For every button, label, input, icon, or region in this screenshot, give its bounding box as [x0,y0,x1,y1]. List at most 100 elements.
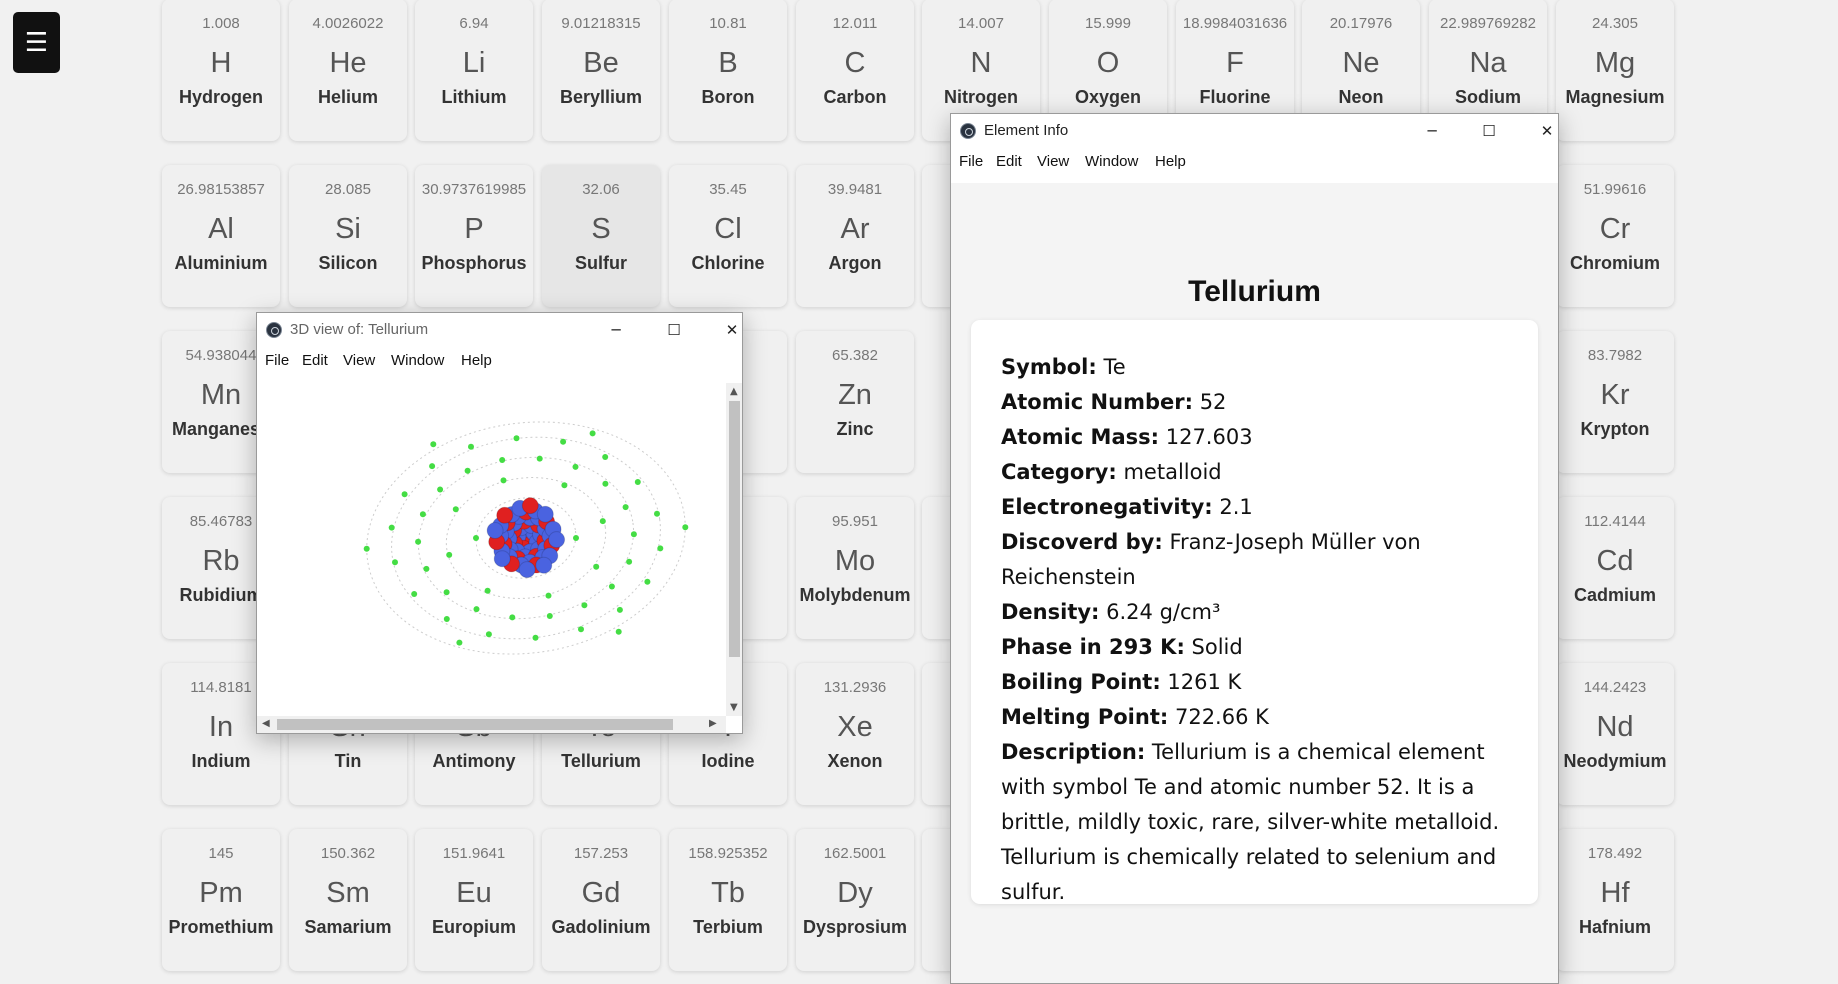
minimize-button[interactable]: ─ [1411,118,1453,144]
element-symbol: H [210,47,232,79]
neutron [536,505,554,523]
element-tile-si[interactable]: 28.085 Si Silicon [289,165,407,307]
scroll-left-icon[interactable]: ◀ [262,718,270,729]
element-mass: 51.99616 [1583,181,1647,198]
3d-view-menubar: File Edit View Window Help [257,347,742,375]
electron [622,504,629,511]
horizontal-scrollbar[interactable]: ◀ ▶ [257,716,726,733]
element-details-card: Symbol: Te Atomic Number: 52 Atomic Mass: … [971,320,1538,904]
element-name: Nitrogen [944,87,1018,107]
menu-window[interactable]: Window [391,352,444,369]
scroll-down-icon[interactable]: ▼ [730,702,738,713]
3d-view-titlebar[interactable]: 3D view of: Tellurium ─ ☐ ✕ [257,313,742,347]
menu-window[interactable]: Window [1085,153,1138,170]
vertical-scroll-thumb[interactable] [729,401,740,657]
element-tile-b[interactable]: 10.81 B Boron [669,0,787,141]
element-tile-dy[interactable]: 162.5001 Dy Dysprosium [796,829,914,971]
electron [536,455,543,462]
electron [484,587,491,594]
close-button[interactable]: ✕ [1526,118,1568,144]
element-symbol: Nd [1596,711,1634,743]
menu-view[interactable]: View [343,352,375,369]
element-tile-ar[interactable]: 39.9481 Ar Argon [796,165,914,307]
element-tile-li[interactable]: 6.94 Li Lithium [415,0,533,141]
element-tile-h[interactable]: 1.008 H Hydrogen [162,0,280,141]
field-melting-point: Melting Point: 722.66 K [1001,700,1508,735]
element-tile-mg[interactable]: 24.305 Mg Magnesium [1556,0,1674,141]
hamburger-menu-button[interactable]: ☰ [13,12,60,73]
element-name: Argon [828,253,882,273]
menu-view[interactable]: View [1037,153,1069,170]
element-symbol: F [1226,47,1244,79]
electron [388,524,395,531]
maximize-button[interactable]: ☐ [653,317,695,343]
element-tile-gd[interactable]: 157.253 Gd Gadolinium [542,829,660,971]
element-tile-tb[interactable]: 158.925352 Tb Terbium [669,829,787,971]
element-tile-pm[interactable]: 145 Pm Promethium [162,829,280,971]
element-tile-xe[interactable]: 131.2936 Xe Xenon [796,663,914,805]
element-mass: 150.362 [320,845,376,862]
element-name: Hafnium [1579,917,1651,937]
element-tile-sm[interactable]: 150.362 Sm Samarium [289,829,407,971]
element-tile-cl[interactable]: 35.45 Cl Chlorine [669,165,787,307]
element-tile-mo[interactable]: 95.951 Mo Molybdenum [796,497,914,639]
field-symbol: Symbol: Te [1001,350,1508,385]
electron [509,614,516,621]
menu-file[interactable]: File [265,352,289,369]
element-tile-cd[interactable]: 112.4144 Cd Cadmium [1556,497,1674,639]
element-symbol: O [1096,47,1120,79]
electron [419,511,426,518]
scroll-up-icon[interactable]: ▲ [730,386,738,397]
element-tile-s[interactable]: 32.06 S Sulfur [542,165,660,307]
atom-3d-canvas[interactable] [257,383,726,716]
menu-file[interactable]: File [959,153,983,170]
element-name: Terbium [693,917,763,937]
element-tile-hf[interactable]: 178.492 Hf Hafnium [1556,829,1674,971]
element-tile-he[interactable]: 4.0026022 He Helium [289,0,407,141]
element-symbol: Tb [711,877,745,909]
electron [456,639,463,646]
proton [521,497,539,515]
electron [593,563,600,570]
close-button[interactable]: ✕ [711,317,753,343]
electron [363,545,370,552]
maximize-button[interactable]: ☐ [1468,118,1510,144]
element-tile-c[interactable]: 12.011 C Carbon [796,0,914,141]
minimize-button[interactable]: ─ [595,317,637,343]
menu-help[interactable]: Help [461,352,492,369]
field-value: 52 [1199,390,1227,414]
element-mass: 151.9641 [442,845,506,862]
electron [468,443,474,450]
element-symbol: Mg [1594,47,1636,79]
menu-help[interactable]: Help [1155,153,1186,170]
element-mass: 145 [208,845,234,862]
element-name: Antimony [432,751,516,771]
electron [578,626,584,633]
element-name: Fluorine [1199,87,1271,107]
electron [500,477,507,484]
element-tile-nd[interactable]: 144.2423 Nd Neodymium [1556,663,1674,805]
element-tile-kr[interactable]: 83.7982 Kr Krypton [1556,331,1674,473]
element-tile-zn[interactable]: 65.382 Zn Zinc [796,331,914,473]
element-info-titlebar[interactable]: Element Info ─ ☐ ✕ [951,114,1558,148]
electron [473,535,479,541]
element-tile-be[interactable]: 9.01218315 Be Beryllium [542,0,660,141]
element-tile-al[interactable]: 26.98153857 Al Aluminium [162,165,280,307]
element-tile-p[interactable]: 30.9737619985 P Phosphorus [415,165,533,307]
horizontal-scroll-thumb[interactable] [277,719,673,730]
element-symbol: N [970,47,992,79]
element-mass: 35.45 [709,181,747,198]
element-mass: 131.2936 [823,679,887,696]
electron [657,545,664,552]
electron [423,565,430,572]
scroll-right-icon[interactable]: ▶ [709,718,717,729]
element-name: Magnesium [1565,87,1665,107]
vertical-scrollbar[interactable]: ▲ ▼ [726,383,742,716]
menu-edit[interactable]: Edit [996,153,1022,170]
element-tile-eu[interactable]: 151.9641 Eu Europium [415,829,533,971]
element-name: Boron [701,87,755,107]
menu-edit[interactable]: Edit [302,352,328,369]
element-tile-cr[interactable]: 51.99616 Cr Chromium [1556,165,1674,307]
element-mass: 32.06 [582,181,620,198]
neutron [493,550,511,568]
